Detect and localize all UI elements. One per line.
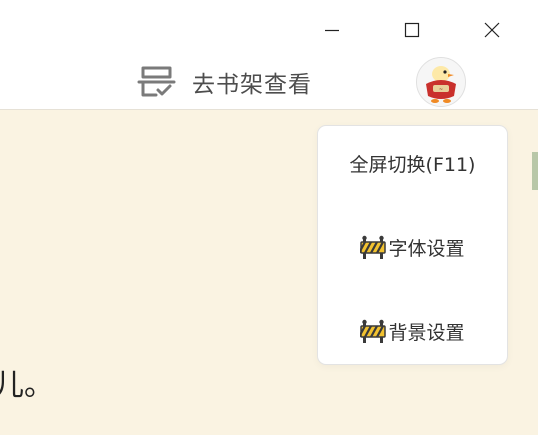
bookshelf-icon <box>137 66 176 97</box>
reader-text: 儿。 <box>0 368 54 403</box>
maximize-icon <box>404 22 420 38</box>
minimize-icon <box>325 29 339 32</box>
close-icon <box>484 22 500 38</box>
menu-item-font-settings[interactable]: 字体设置 <box>318 227 507 267</box>
title-bar: 去书架查看 ~ <box>0 0 538 110</box>
menu-item-fullscreen[interactable]: 全屏切换(F11) <box>318 143 507 183</box>
edge-decoration <box>532 152 538 190</box>
menu-item-label: 全屏切换(F11) <box>349 153 476 176</box>
svg-text:~: ~ <box>439 87 443 93</box>
menu-item-background-settings[interactable]: 背景设置 <box>318 311 507 351</box>
minimize-button[interactable] <box>312 12 352 48</box>
user-avatar[interactable]: ~ <box>416 57 466 107</box>
settings-menu: 全屏切换(F11) 字体设置 背景设置 <box>317 125 508 365</box>
barrier-icon <box>360 319 387 343</box>
maximize-button[interactable] <box>392 12 432 48</box>
close-button[interactable] <box>472 12 512 48</box>
bookshelf-label: 去书架查看 <box>192 72 312 98</box>
menu-item-label: 背景设置 <box>388 321 465 344</box>
menu-item-label: 字体设置 <box>388 237 465 260</box>
duck-avatar-icon: ~ <box>417 58 465 106</box>
barrier-icon <box>360 235 387 259</box>
go-to-bookshelf-button[interactable]: 去书架查看 <box>136 64 312 100</box>
